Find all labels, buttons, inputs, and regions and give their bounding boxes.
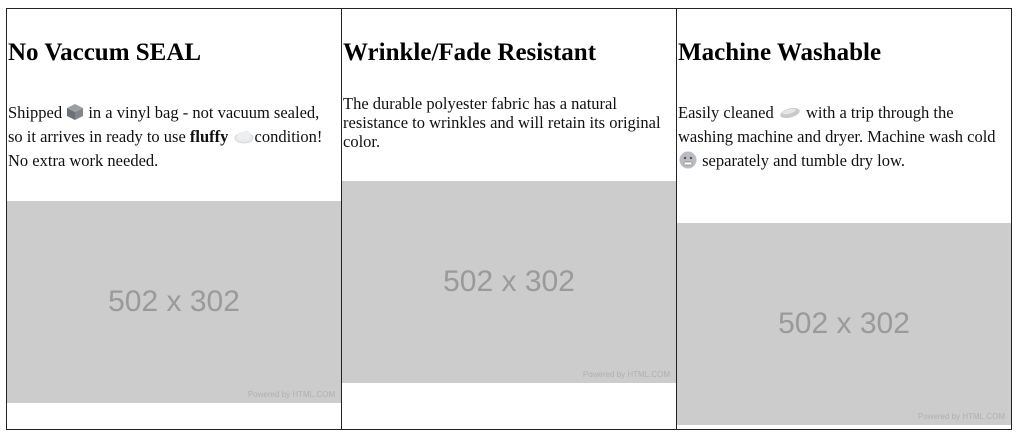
image-placeholder: 502 x 302 Powered by HTML.COM <box>342 181 676 383</box>
card-text: Shipped <box>8 103 63 122</box>
card-description: The durable polyester fabric has a natur… <box>343 94 661 151</box>
card-title: No Vaccum SEAL <box>8 39 202 66</box>
cloud-icon <box>234 130 253 144</box>
feature-grid: No Vaccum SEAL Shipped in a vinyl bag - … <box>6 8 1012 430</box>
powered-by-label: Powered by HTML.COM <box>247 390 335 399</box>
soap-icon <box>780 107 800 119</box>
image-placeholder: 502 x 302 Powered by HTML.COM <box>677 223 1011 425</box>
card-title: Wrinkle/Fade Resistant <box>343 39 597 66</box>
card-text: separately and tumble dry low. <box>698 151 905 170</box>
card-bold-text: fluffy <box>189 127 229 146</box>
feature-card-machine-washable: Machine Washable Easily cleaned with a t… <box>677 9 1011 429</box>
card-description: Easily cleaned with a trip through the w… <box>678 101 1007 173</box>
image-placeholder: 502 x 302 Powered by HTML.COM <box>7 201 341 403</box>
card-title: Machine Washable <box>678 39 882 66</box>
placeholder-size-label: 502 x 302 <box>108 285 240 318</box>
feature-card-no-vacuum-seal: No Vaccum SEAL Shipped in a vinyl bag - … <box>7 9 342 429</box>
powered-by-label: Powered by HTML.COM <box>582 370 670 379</box>
package-icon <box>67 104 84 120</box>
cold-face-icon <box>679 151 697 169</box>
card-description: Shipped in a vinyl bag - not vacuum seal… <box>8 101 337 173</box>
powered-by-label: Powered by HTML.COM <box>917 412 1005 421</box>
feature-card-wrinkle-fade: Wrinkle/Fade Resistant The durable polye… <box>342 9 677 429</box>
placeholder-size-label: 502 x 302 <box>443 265 575 298</box>
placeholder-size-label: 502 x 302 <box>778 307 910 340</box>
card-text: Easily cleaned <box>678 103 778 122</box>
